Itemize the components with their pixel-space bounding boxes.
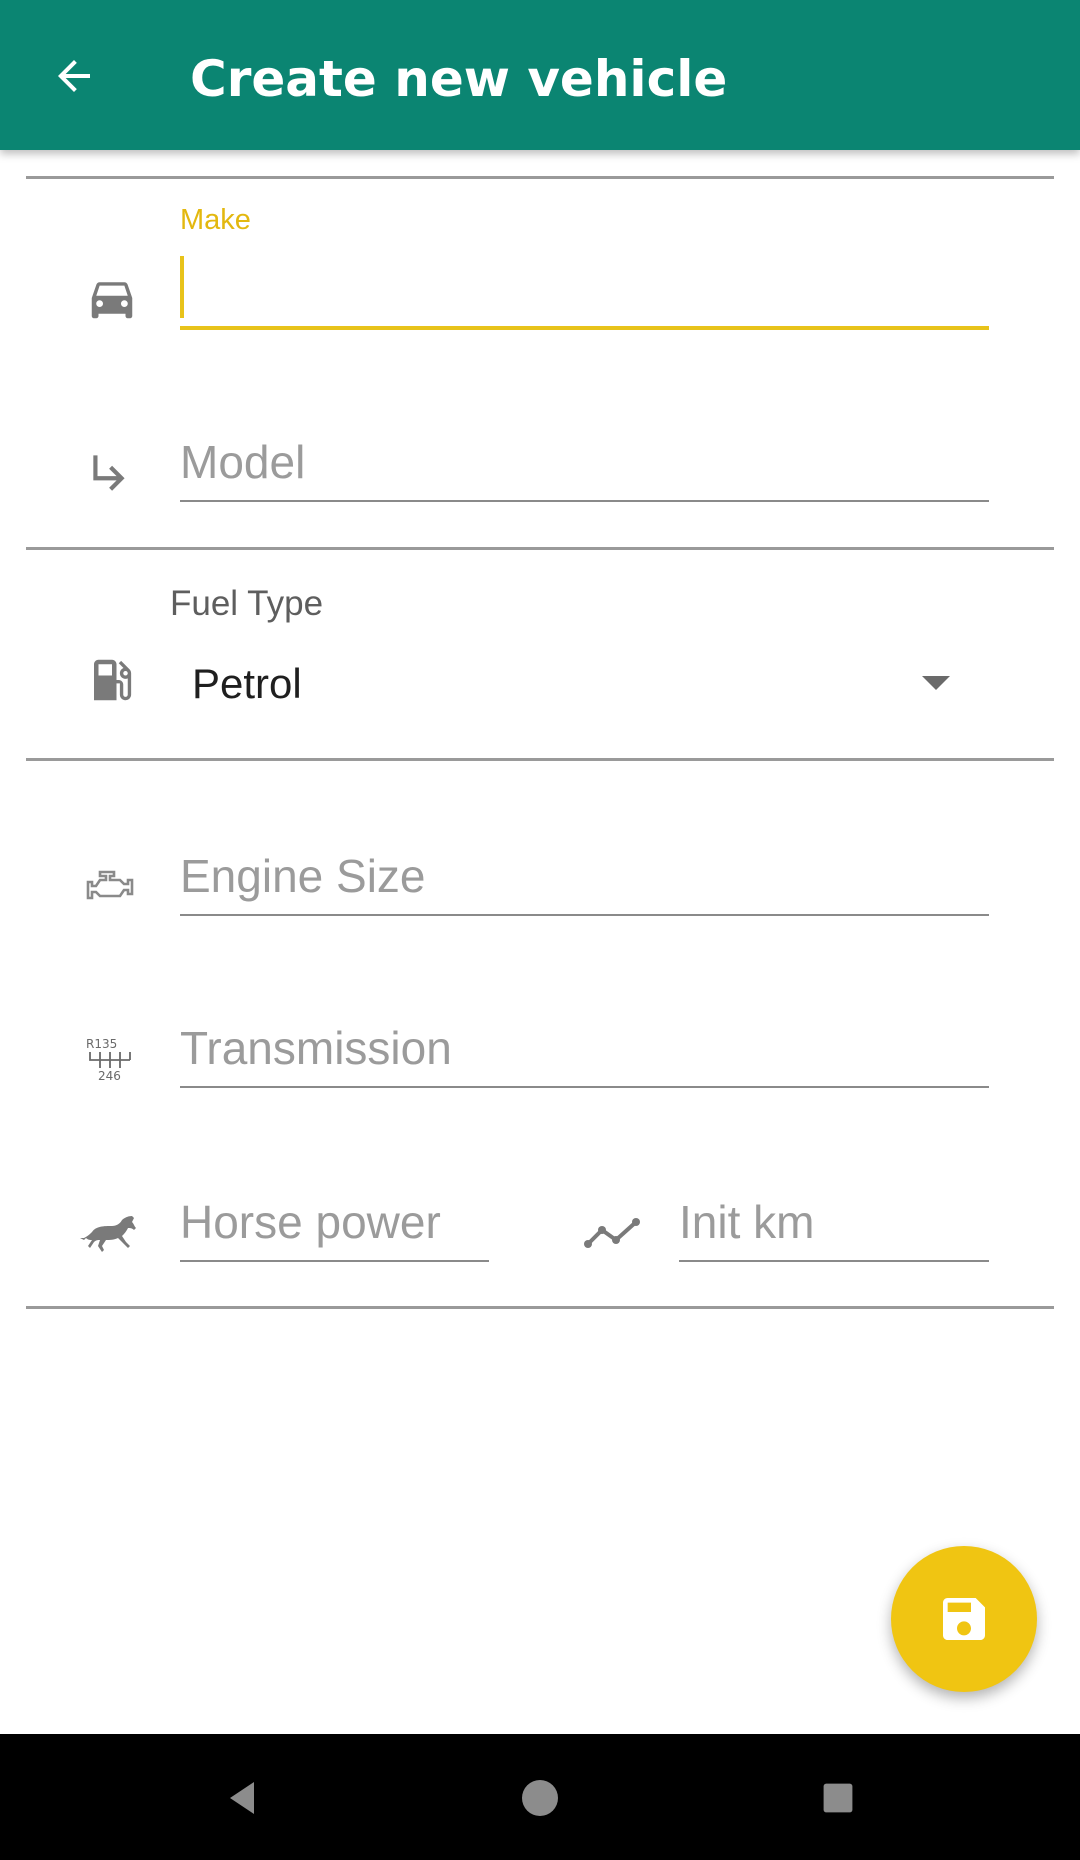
create-vehicle-screen: Create new vehicle Make Model Fuel Type …: [0, 0, 1080, 1860]
section-divider: [26, 547, 1054, 550]
trending-line-icon: [580, 1200, 644, 1264]
transmission-input[interactable]: Transmission: [180, 1010, 989, 1088]
text-caret: [180, 256, 184, 318]
horse-power-placeholder: Horse power: [180, 1196, 441, 1248]
nav-back-icon: [230, 1782, 254, 1814]
car-icon: [80, 266, 144, 330]
horse-icon: [80, 1200, 144, 1264]
transmission-placeholder: Transmission: [180, 1022, 452, 1074]
section-divider: [26, 176, 1054, 179]
init-km-placeholder: Init km: [679, 1196, 815, 1248]
save-button[interactable]: [891, 1546, 1037, 1692]
fuel-type-spinner[interactable]: Petrol: [180, 640, 970, 720]
model-placeholder: Model: [180, 436, 306, 488]
subdirectory-arrow-icon: [78, 440, 142, 504]
gearbox-bottom-text: 246: [98, 1069, 121, 1082]
engine-size-input[interactable]: Engine Size: [180, 838, 989, 916]
back-button[interactable]: [38, 40, 110, 112]
horse-power-input[interactable]: Horse power: [180, 1184, 489, 1262]
system-navigation-bar: [0, 1734, 1080, 1860]
nav-home-button[interactable]: [500, 1758, 580, 1838]
gearbox-top-text: R135: [86, 1037, 117, 1051]
fuel-type-value: Petrol: [192, 660, 302, 707]
engine-icon: [80, 854, 144, 918]
engine-size-placeholder: Engine Size: [180, 850, 426, 902]
make-label: Make: [180, 204, 251, 236]
model-input[interactable]: Model: [180, 424, 989, 502]
nav-home-icon: [522, 1780, 558, 1816]
arrow-back-icon: [58, 60, 90, 92]
dropdown-arrow-icon: [922, 676, 950, 690]
nav-back-button[interactable]: [202, 1758, 282, 1838]
make-input[interactable]: [180, 250, 989, 330]
init-km-input[interactable]: Init km: [679, 1184, 989, 1262]
gas-station-icon: [80, 648, 144, 712]
section-divider: [26, 758, 1054, 761]
save-floppy-icon: [943, 1598, 985, 1640]
fuel-type-label: Fuel Type: [170, 584, 324, 623]
section-divider: [26, 1306, 1054, 1309]
page-title: Create new vehicle: [190, 50, 728, 108]
nav-recents-icon: [823, 1783, 853, 1813]
nav-recents-button[interactable]: [798, 1758, 878, 1838]
app-bar: Create new vehicle: [0, 0, 1080, 150]
gearbox-icon: R135 246: [80, 1026, 144, 1090]
